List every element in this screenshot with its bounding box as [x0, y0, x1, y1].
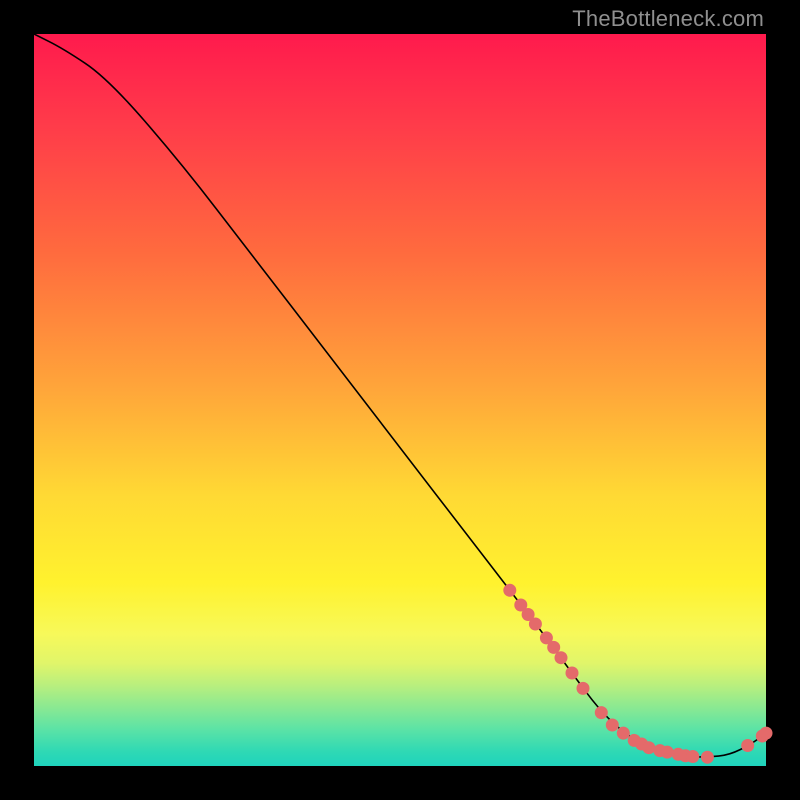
data-point: [566, 667, 579, 680]
data-point: [760, 727, 773, 740]
data-point: [577, 682, 590, 695]
data-point: [661, 746, 674, 759]
watermark-text: TheBottleneck.com: [572, 6, 764, 32]
data-point: [555, 651, 568, 664]
bottleneck-curve: [34, 34, 766, 757]
highlighted-points-group: [503, 584, 772, 764]
data-point: [701, 751, 714, 764]
chart-svg: [34, 34, 766, 766]
data-point: [617, 727, 630, 740]
data-point: [529, 618, 542, 631]
data-point: [686, 750, 699, 763]
data-point: [595, 706, 608, 719]
data-point: [642, 741, 655, 754]
data-point: [606, 719, 619, 732]
plot-area: [34, 34, 766, 766]
chart-frame: TheBottleneck.com: [0, 0, 800, 800]
data-point: [503, 584, 516, 597]
data-point: [741, 739, 754, 752]
